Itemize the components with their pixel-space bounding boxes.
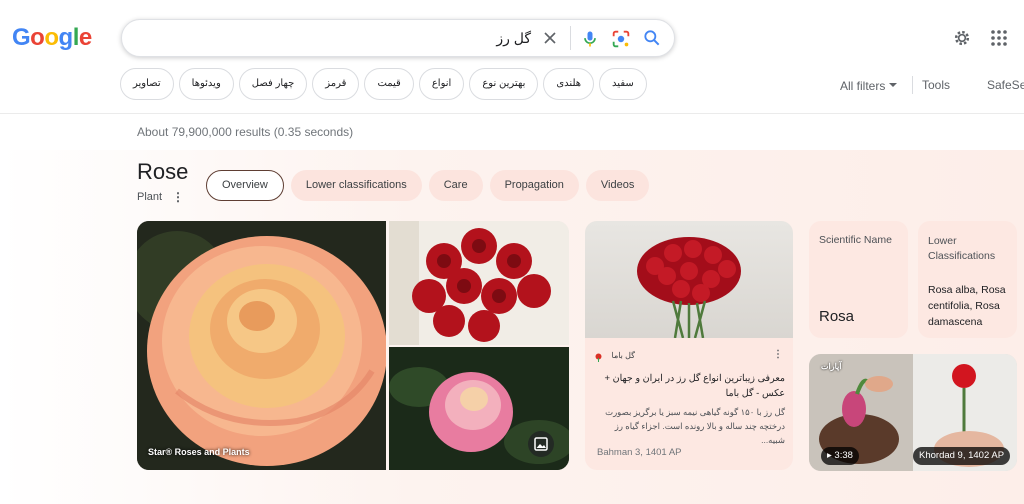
view-images-button[interactable] (528, 431, 554, 457)
divider (570, 26, 571, 50)
close-icon[interactable] (540, 28, 560, 48)
image-source-caption: Star® Roses and Plants (148, 447, 250, 457)
article-source: گل باما (611, 351, 635, 360)
tab-videos[interactable]: Videos (585, 170, 650, 201)
peach-rose-picture (137, 221, 386, 470)
header-divider (0, 113, 1024, 114)
chip[interactable]: هلندی (543, 68, 595, 100)
google-lens-icon[interactable] (610, 28, 632, 50)
chip[interactable]: تصاویر (120, 68, 174, 100)
site-favicon-icon (594, 349, 603, 362)
article-title[interactable]: معرفی زیباترین انواع گل رز در ایران و جه… (595, 371, 786, 401)
logo-letter: G (12, 24, 31, 51)
chip[interactable]: چهار فصل (238, 68, 308, 100)
logo-letter: o (30, 24, 45, 51)
video-duration: ▸ 3:38 (821, 447, 859, 465)
logo-letter: o (44, 24, 59, 51)
chip[interactable]: بهترین نوع (469, 68, 539, 100)
entity-subtitle: Plant (137, 191, 163, 203)
search-box[interactable]: گل رز (121, 19, 675, 57)
logo-letter: e (78, 24, 92, 51)
rose-image-bouquet[interactable] (389, 221, 569, 345)
chip[interactable]: قرمز (312, 68, 360, 100)
scientific-name-value: Rosa (819, 308, 855, 325)
apps-grid-icon[interactable] (991, 30, 1007, 46)
result-stats: About 79,900,000 results (0.35 seconds) (137, 125, 354, 139)
video-source: آپارات (821, 362, 842, 371)
microphone-icon[interactable] (580, 28, 600, 50)
more-options-icon[interactable]: ⋮ (773, 349, 783, 360)
filter-chips: تصاویر ویدئوها چهار فصل قرمز قیمت انواع … (120, 68, 647, 100)
safesearch-button[interactable]: SafeSea (987, 78, 1024, 92)
lower-classifications-value: Rosa alba, Rosa centifolia, Rosa damasce… (928, 284, 1006, 328)
tab-care[interactable]: Care (428, 170, 483, 201)
video-date: Khordad 9, 1402 AP (913, 447, 1011, 465)
article-snippet: گل رز با ۱۵۰ گونه گیاهی نیمه سبز یا برگر… (605, 407, 785, 445)
lower-classifications-label: Lower Classifications (928, 235, 996, 262)
red-roses-picture (389, 221, 569, 345)
rose-bouquet-picture (637, 237, 741, 339)
entity-tabs: Overview Lower classifications Care Prop… (206, 170, 650, 201)
chip[interactable]: سفید (599, 68, 647, 100)
search-input[interactable]: گل رز (496, 30, 531, 47)
chip[interactable]: انواع (418, 68, 465, 100)
image-icon (534, 437, 548, 451)
search-icon[interactable] (642, 28, 662, 48)
tab-propagation[interactable]: Propagation (489, 170, 579, 201)
caret-down-icon (889, 83, 897, 87)
rose-image-main[interactable] (137, 221, 386, 470)
chip[interactable]: ویدئوها (178, 68, 234, 100)
tools-button[interactable]: Tools (922, 78, 950, 92)
google-logo[interactable]: Google (12, 24, 92, 52)
tab-overview[interactable]: Overview (206, 170, 284, 201)
all-filters-button[interactable]: All filters (840, 79, 885, 93)
logo-letter: g (58, 24, 74, 51)
article-image (585, 221, 793, 339)
more-options-icon[interactable]: ⋮ (172, 190, 184, 204)
tab-lower-classifications[interactable]: Lower classifications (290, 170, 422, 201)
entity-title: Rose (137, 159, 189, 184)
divider (912, 76, 913, 94)
chip[interactable]: قیمت (364, 68, 414, 100)
scientific-name-card[interactable]: Scientific Name Rosa (809, 221, 908, 338)
article-card[interactable]: گل باما ⋮ معرفی زیباترین انواع گل رز در … (585, 221, 793, 470)
lower-classifications-card[interactable]: Lower Classifications Rosa alba, Rosa ce… (918, 221, 1017, 338)
article-date: Bahman 3, 1401 AP (597, 447, 682, 458)
gear-icon[interactable] (952, 28, 972, 48)
scientific-name-label: Scientific Name (819, 234, 892, 246)
video-card[interactable]: آپارات ▸ 3:38 Khordad 9, 1402 AP (809, 354, 1017, 471)
